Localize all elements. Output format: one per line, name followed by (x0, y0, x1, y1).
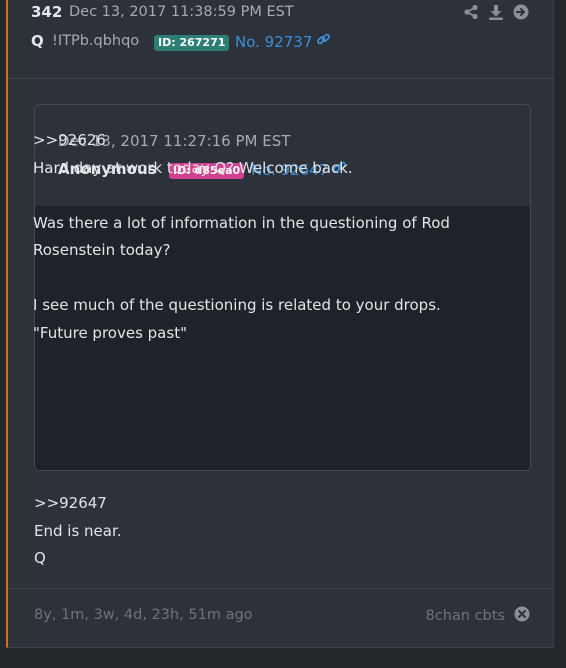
post-number: 342 (31, 3, 63, 21)
quoted-post-text: >>92626 Hard day at work today Q? Welcom… (33, 131, 450, 342)
post-actions (463, 4, 529, 20)
link-icon (316, 32, 331, 51)
share-icon[interactable] (463, 4, 479, 20)
board-name: 8chan cbts (425, 608, 506, 624)
post-author: Q (31, 32, 44, 50)
post-card: 342 Dec 13, 2017 11:38:59 PM EST Q !ITPb… (6, 0, 554, 648)
post-tripcode: !ITPb.qbhqo (52, 33, 140, 49)
download-icon[interactable] (488, 4, 504, 20)
post-id-badge: ID: 267271 (154, 35, 230, 51)
post-link-label: No. 92737 (235, 32, 313, 51)
close-circle-icon[interactable] (514, 606, 530, 626)
post-header: 342 Dec 13, 2017 11:38:59 PM EST Q !ITPb… (8, 0, 553, 79)
arrow-right-circle-icon[interactable] (513, 4, 529, 20)
post-number-link[interactable]: No. 92737 (235, 32, 331, 51)
post-date: Dec 13, 2017 11:38:59 PM EST (69, 4, 294, 20)
post-age: 8y, 1m, 3w, 4d, 23h, 51m ago (34, 607, 253, 623)
post-text: >>92647 End is near. Q (34, 494, 122, 567)
board-tag: 8chan cbts (426, 606, 531, 626)
post-footer: 8y, 1m, 3w, 4d, 23h, 51m ago 8chan cbts (8, 588, 553, 647)
